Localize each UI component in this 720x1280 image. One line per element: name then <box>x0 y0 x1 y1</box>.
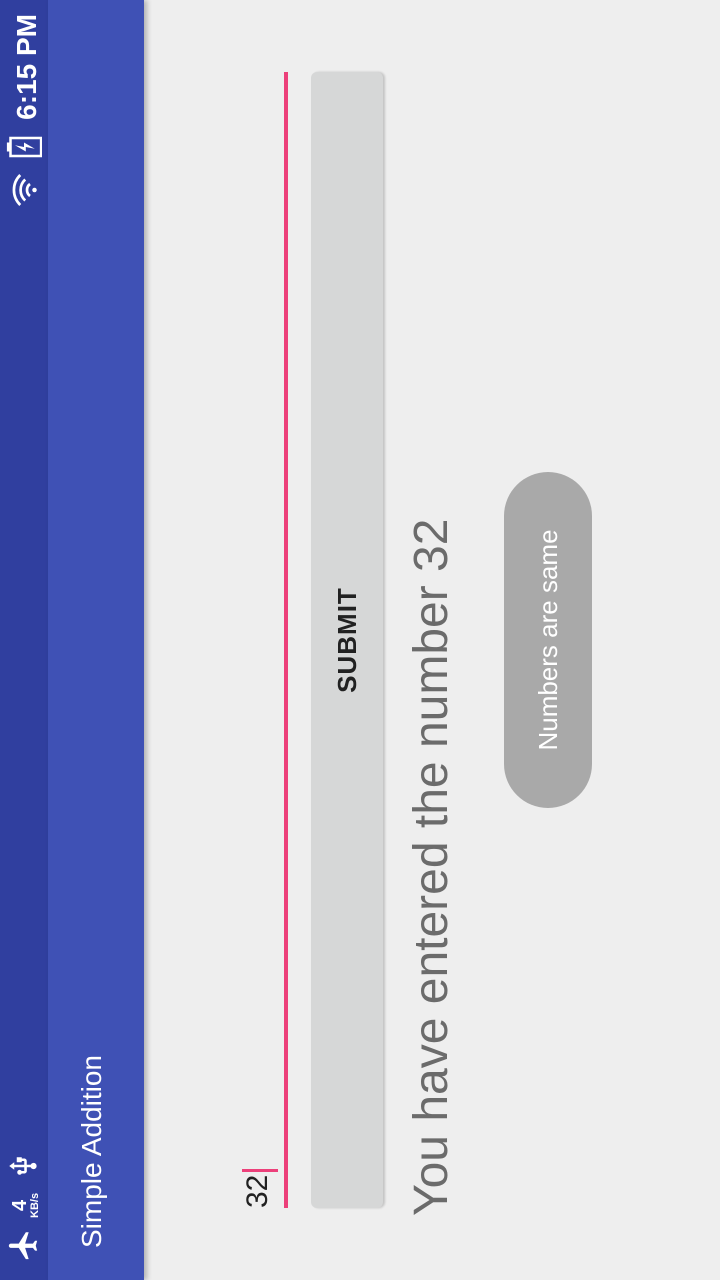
app-title: Simple Addition <box>76 1054 107 1248</box>
wifi-icon <box>6 172 47 208</box>
toast-message: Numbers are same <box>504 472 592 808</box>
result-text: You have entered the number 32 <box>405 518 458 1216</box>
status-left-group: 4 KB/s <box>6 1151 45 1262</box>
main-content: SUBMIT You have entered the number 32 Nu… <box>144 0 720 1280</box>
usb-icon <box>8 1151 43 1181</box>
airplane-icon <box>6 1228 45 1262</box>
number-input-wrapper <box>230 72 290 1208</box>
submit-button[interactable]: SUBMIT <box>311 72 383 1208</box>
app-screen: 4 KB/s 6:15 PM Simple Addition SUBMIT <box>0 0 720 1280</box>
network-speed-unit: KB/s <box>29 1192 41 1218</box>
number-input[interactable] <box>230 72 290 1208</box>
battery-charging-icon <box>6 136 47 158</box>
status-bar: 4 KB/s 6:15 PM <box>0 0 48 1280</box>
status-right-group: 6:15 PM <box>6 14 47 208</box>
text-cursor <box>242 1169 278 1172</box>
status-time: 6:15 PM <box>10 14 42 120</box>
network-speed-value: 4 <box>9 1199 31 1212</box>
network-speed: 4 KB/s <box>9 1192 41 1218</box>
input-underline <box>284 72 288 1208</box>
app-bar: Simple Addition <box>48 0 144 1280</box>
